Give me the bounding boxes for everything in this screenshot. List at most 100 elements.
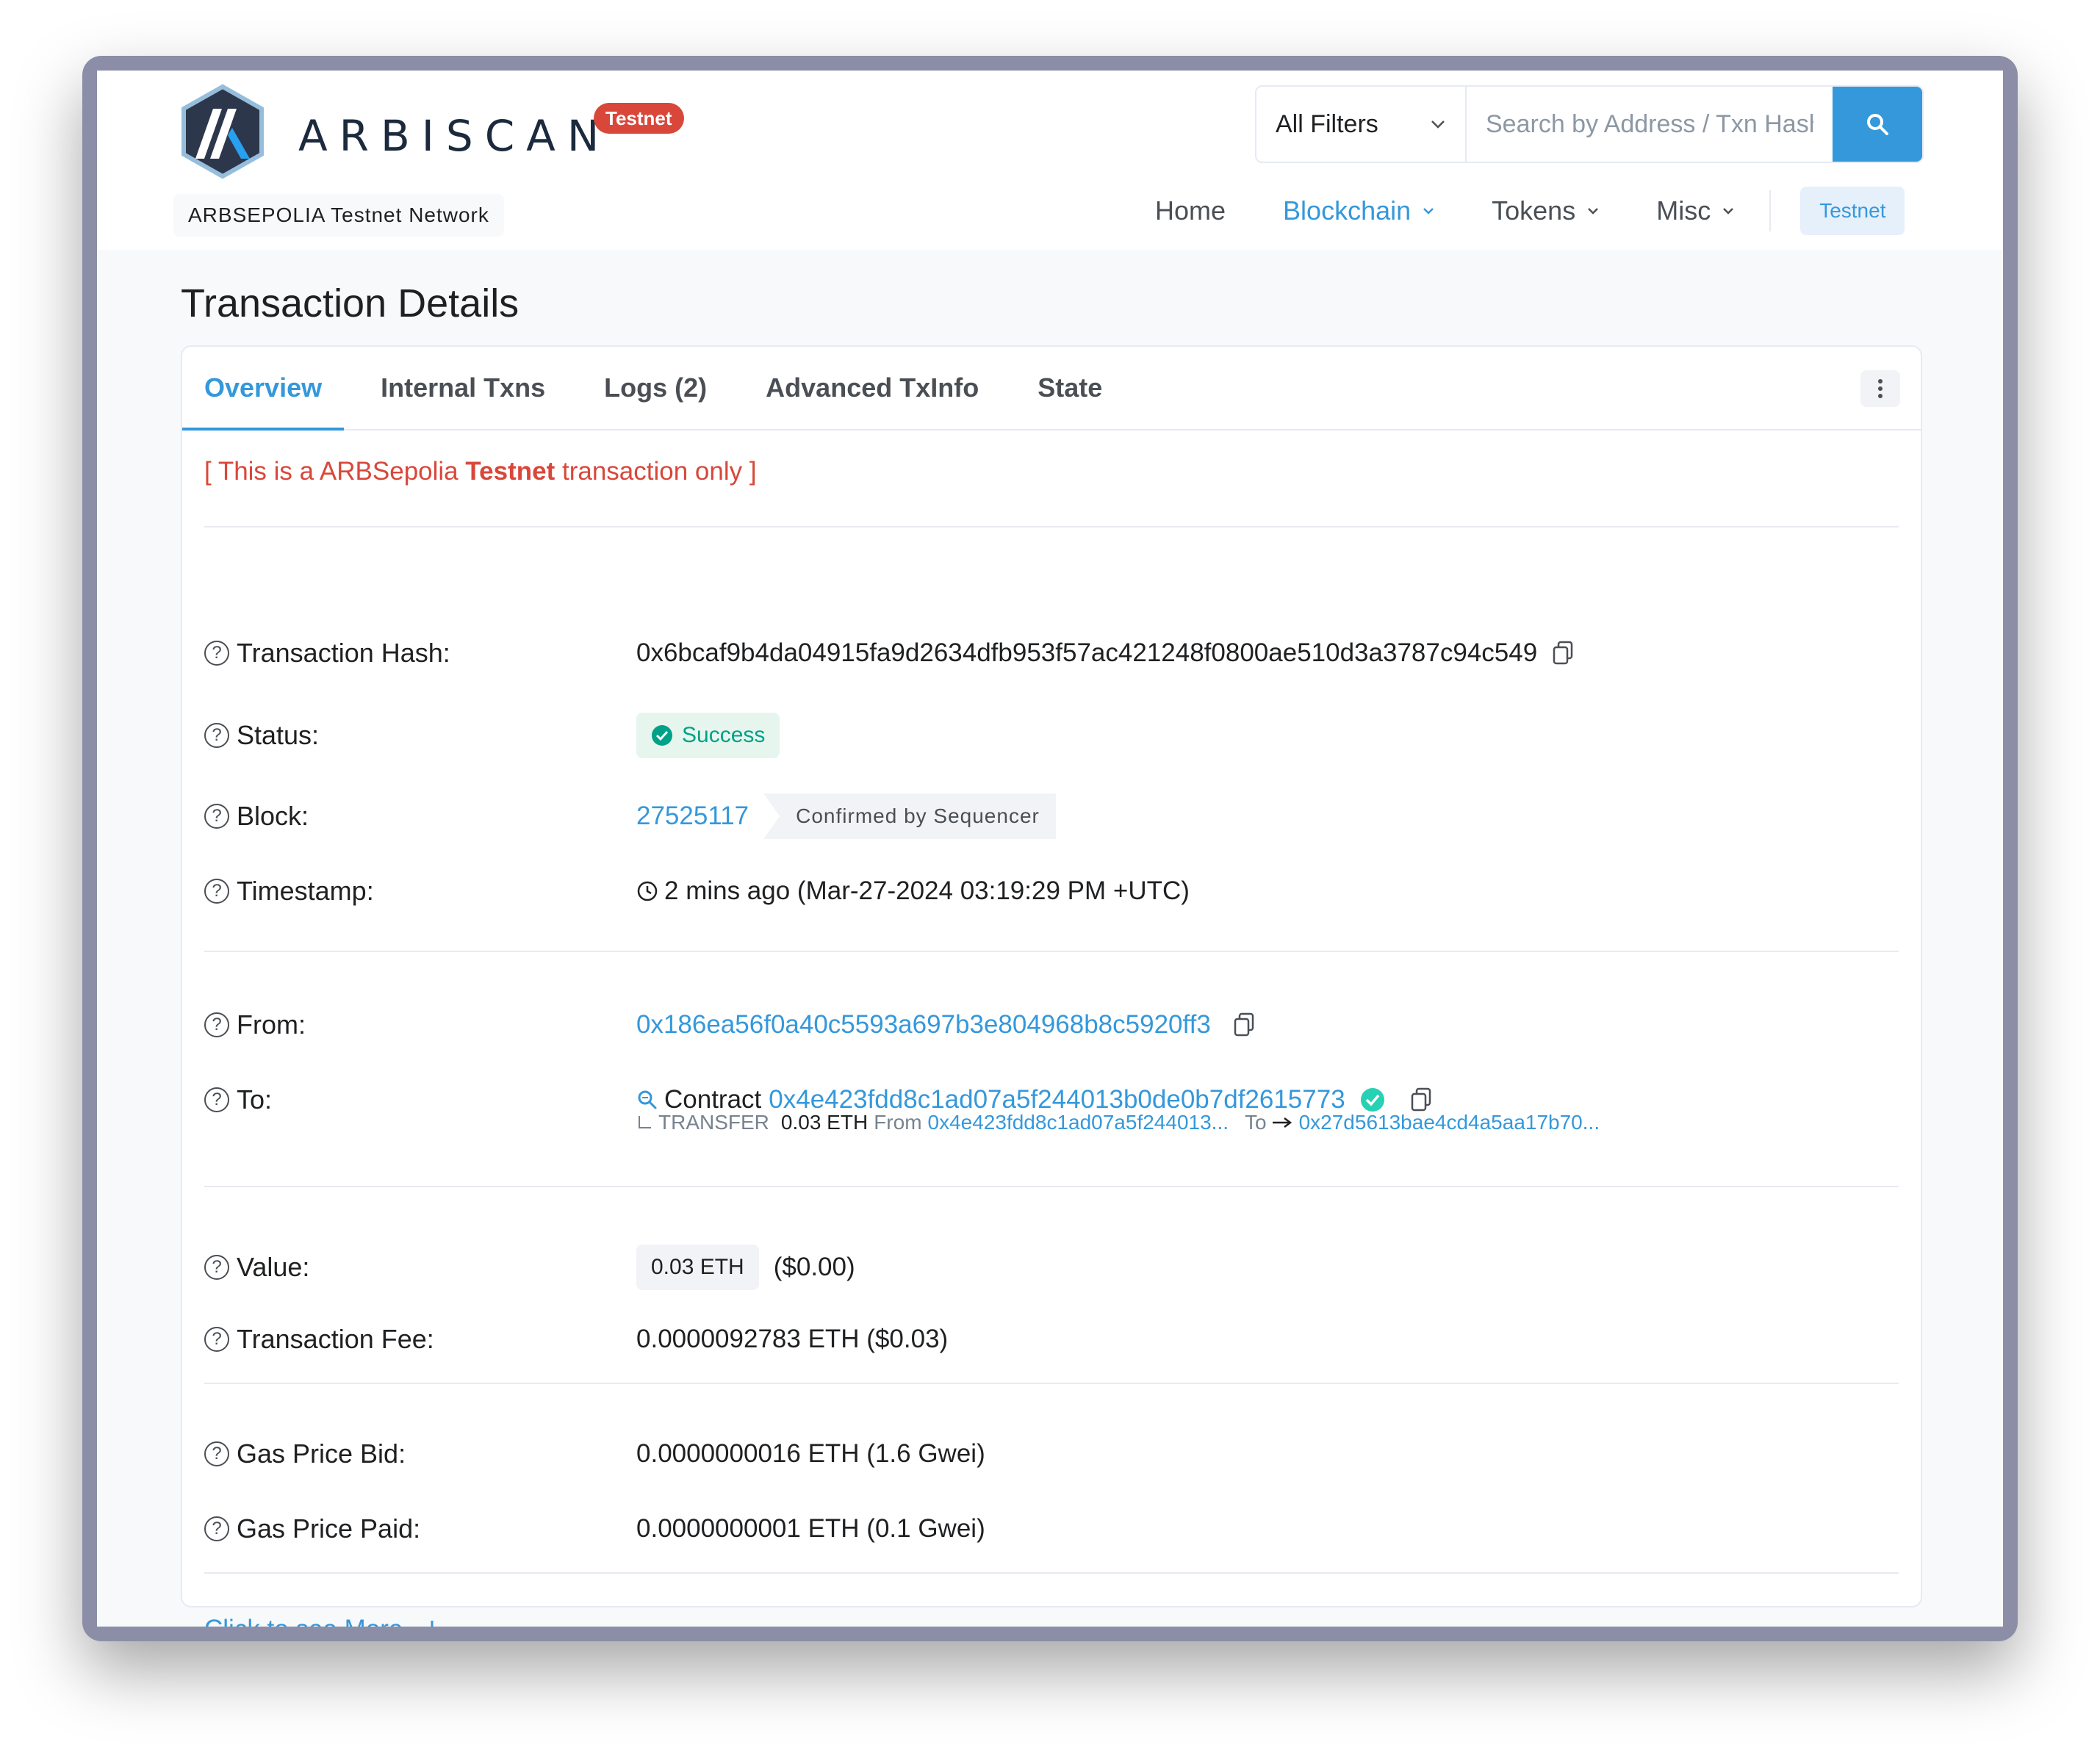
transfer-from-link[interactable]: 0x4e423fdd8c1ad07a5f244013... (928, 1111, 1229, 1134)
chevron-down-icon (1723, 208, 1734, 215)
transfer-label: TRANSFER (658, 1111, 769, 1134)
nav-misc-label: Misc (1656, 195, 1711, 226)
nav-blockchain-label: Blockchain (1283, 195, 1412, 226)
transfer-to-link[interactable]: 0x27d5613bae4cd4a5aa17b70... (1299, 1111, 1600, 1134)
page-title: Transaction Details (181, 281, 519, 325)
browser-window: ARBISCAN Testnet ARBSEPOLIA Testnet Netw… (97, 71, 2003, 1627)
help-icon[interactable]: ? (204, 879, 229, 904)
gas-bid-label: Gas Price Bid: (237, 1438, 406, 1469)
help-icon[interactable]: ? (204, 804, 229, 829)
chevron-down-icon (1431, 120, 1445, 129)
contract-search-icon (638, 1090, 657, 1109)
help-icon[interactable]: ? (204, 1012, 229, 1037)
value-usd: ($0.00) (773, 1253, 855, 1281)
nav-home-label: Home (1155, 195, 1226, 226)
help-icon[interactable]: ? (204, 1516, 229, 1541)
row-from: ? From: 0x186ea56f0a40c5593a697b3e804968b… (204, 1009, 1255, 1040)
transfer-row: TRANSFER 0.03 ETH From 0x4e423fdd8c1ad07… (636, 1111, 1605, 1134)
value-label: Value: (237, 1252, 310, 1282)
site-logo[interactable]: ARBISCAN (179, 84, 611, 179)
testnet-notice: [ This is a ARBSepolia Testnet transacti… (204, 457, 757, 486)
arbitrum-logo-icon (181, 84, 264, 179)
row-status: ? Status: Success (204, 713, 780, 758)
row-timestamp: ? Timestamp: 2 mins ago (Mar-27-2024 03:1… (204, 876, 1190, 907)
to-contract-prefix: Contract (664, 1085, 762, 1114)
divider (204, 526, 1899, 527)
more-options-button[interactable] (1860, 370, 1900, 407)
timestamp-value: 2 mins ago (Mar-27-2024 03:19:29 PM +UTC… (664, 876, 1190, 905)
search-button[interactable] (1833, 87, 1922, 162)
chevron-down-icon (1423, 208, 1434, 215)
site-header: ARBISCAN Testnet ARBSEPOLIA Testnet Netw… (97, 71, 2003, 250)
see-more-label: Click to see More (204, 1615, 403, 1627)
search-icon (1867, 114, 1888, 135)
nav-blockchain[interactable]: Blockchain (1283, 195, 1434, 226)
help-icon[interactable]: ? (204, 641, 229, 666)
tab-bar: Overview Internal Txns Logs (2) Advanced… (181, 347, 1921, 431)
gas-paid-label: Gas Price Paid: (237, 1513, 421, 1544)
status-badge: Success (636, 713, 780, 758)
row-value: ? Value: 0.03 ETH ($0.00) (204, 1245, 855, 1290)
nav-misc[interactable]: Misc (1656, 195, 1734, 226)
help-icon[interactable]: ? (204, 1087, 229, 1112)
tab-internal-txns[interactable]: Internal Txns (381, 347, 545, 429)
copy-icon[interactable] (1410, 1087, 1432, 1112)
gas-paid-value: 0.0000000001 ETH (0.1 Gwei) (636, 1514, 985, 1543)
more-vertical-icon (1878, 379, 1883, 398)
chevron-down-icon (1588, 208, 1599, 215)
row-gas-price-bid: ? Gas Price Bid: 0.0000000016 ETH (1.6 Gw… (204, 1438, 985, 1469)
status-value: Success (682, 723, 766, 747)
block-label: Block: (237, 801, 309, 831)
arrow-right-icon (1272, 1117, 1292, 1128)
network-label: ARBSEPOLIA Testnet Network (173, 194, 504, 237)
search-bar: All Filters (1255, 85, 1924, 163)
status-label: Status: (237, 720, 320, 750)
tab-logs[interactable]: Logs (2) (604, 347, 707, 429)
testnet-button[interactable]: Testnet (1800, 187, 1905, 235)
to-address-link[interactable]: 0x4e423fdd8c1ad07a5f244013b0de0b7df26157… (769, 1085, 1345, 1115)
site-name: ARBISCAN (298, 111, 611, 161)
help-icon[interactable]: ? (204, 1255, 229, 1280)
help-icon[interactable]: ? (204, 723, 229, 748)
tab-state[interactable]: State (1038, 347, 1102, 429)
fee-label: Transaction Fee: (237, 1324, 434, 1354)
sequencer-badge: Confirmed by Sequencer (763, 793, 1056, 839)
notice-suffix: transaction only ] (555, 457, 757, 486)
tab-advanced-txinfo[interactable]: Advanced TxInfo (766, 347, 979, 429)
clock-icon (637, 881, 658, 901)
row-block: ? Block: 27525117 Confirmed by Sequencer (204, 793, 1056, 839)
fee-value: 0.0000092783 ETH ($0.03) (636, 1325, 949, 1353)
search-input[interactable] (1467, 87, 1833, 162)
divider (204, 951, 1899, 952)
divider (204, 1572, 1899, 1574)
help-icon[interactable]: ? (204, 1327, 229, 1352)
from-address-link[interactable]: 0x186ea56f0a40c5593a697b3e804968b8c5920f… (636, 1010, 1211, 1040)
copy-icon[interactable] (1552, 641, 1574, 666)
verified-check-icon (1360, 1088, 1384, 1112)
nav-tokens-label: Tokens (1492, 195, 1576, 226)
main-nav: Home Blockchain Tokens Misc Testnet (1155, 185, 1905, 237)
check-circle-icon (652, 725, 672, 746)
nav-divider (1769, 190, 1772, 231)
divider (204, 1186, 1899, 1187)
timestamp-label: Timestamp: (237, 876, 374, 906)
filter-select[interactable]: All Filters (1256, 87, 1467, 162)
see-more-link[interactable]: Click to see More (204, 1615, 441, 1627)
transfer-to-label: To (1245, 1111, 1267, 1134)
transaction-card: Overview Internal Txns Logs (2) Advanced… (181, 345, 1922, 1627)
tab-overview[interactable]: Overview (181, 347, 345, 431)
notice-bold: Testnet (465, 457, 555, 486)
help-icon[interactable]: ? (204, 1441, 229, 1466)
transfer-from-label: From (874, 1111, 922, 1134)
from-label: From: (237, 1009, 306, 1040)
copy-icon[interactable] (1233, 1012, 1255, 1037)
row-transaction-fee: ? Transaction Fee: 0.0000092783 ETH ($0.0… (204, 1324, 948, 1355)
nav-home[interactable]: Home (1155, 195, 1226, 226)
block-link[interactable]: 27525117 (636, 802, 749, 831)
filter-select-label: All Filters (1276, 109, 1378, 138)
nav-tokens[interactable]: Tokens (1492, 195, 1599, 226)
transfer-amount: 0.03 ETH (780, 1111, 869, 1134)
row-transaction-hash: ? Transaction Hash: 0x6bcaf9b4da04915fa9d… (204, 638, 1574, 669)
gas-bid-value: 0.0000000016 ETH (1.6 Gwei) (636, 1439, 985, 1468)
to-label: To: (237, 1084, 273, 1115)
